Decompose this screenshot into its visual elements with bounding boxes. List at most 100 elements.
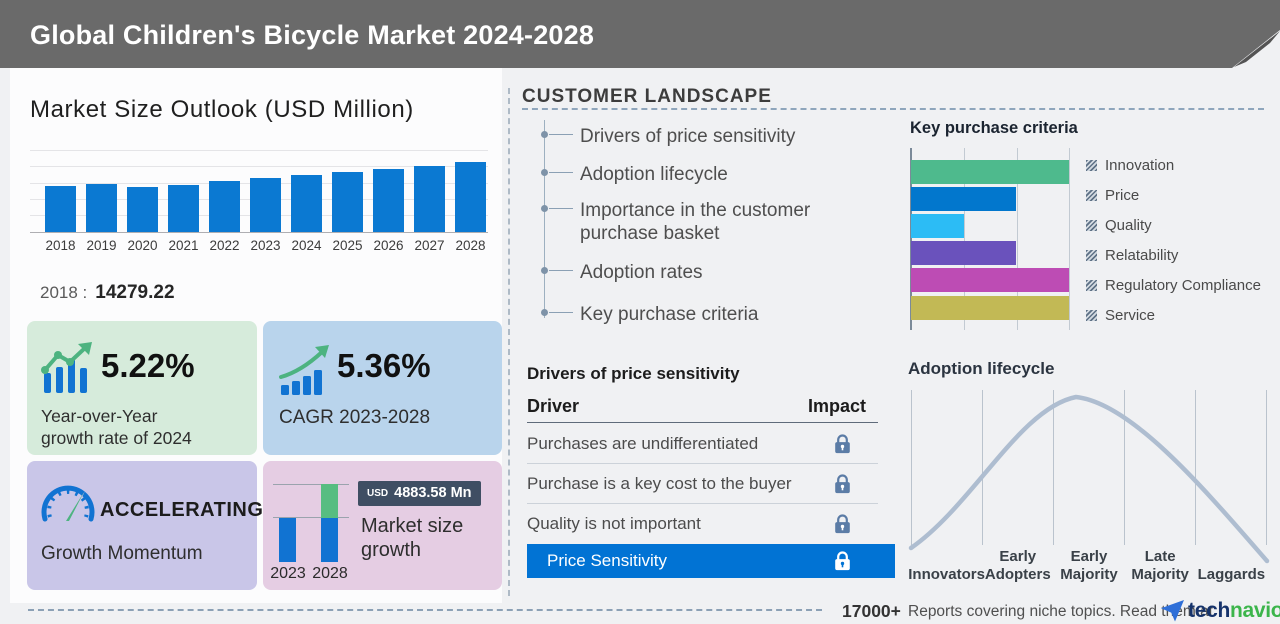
cagr-card: 5.36% CAGR 2023-2028 [263, 321, 502, 455]
market-size-bar-2018 [45, 186, 76, 232]
hatched-swatch-icon [1086, 219, 1097, 231]
hatched-swatch-icon [1086, 249, 1097, 261]
legend-label: Price [1105, 186, 1140, 204]
legend-label: Innovation [1105, 156, 1175, 174]
criteria-bar-service [911, 296, 1069, 320]
logo-text-navio: navio [1229, 599, 1280, 622]
lock-icon [835, 551, 850, 571]
technavio-arrow-icon [1161, 600, 1184, 622]
growth-momentum-card: ACCELERATING Growth Momentum [27, 461, 263, 590]
x-axis-line [30, 232, 488, 233]
bullet-dot-icon [541, 205, 548, 212]
market-size-bar-2025 [332, 172, 363, 232]
legend-label: Relatability [1105, 246, 1179, 264]
growth-arrow-chart-icon [279, 345, 329, 395]
data-point-note: 2018 : 14279.22 [40, 282, 175, 304]
year-label-2025: 2025 [332, 238, 363, 253]
landscape-item-1: Drivers of price sensitivity [522, 125, 872, 148]
market-size-growth-card: 2023 2028 USD 4883.58 Mn Market size grow… [263, 461, 502, 590]
stage-label-early-majority: Early Majority [1060, 548, 1118, 583]
report-count: 17000+ [842, 601, 901, 621]
year-label-2024: 2024 [291, 238, 322, 253]
hatched-swatch-icon [1086, 189, 1097, 201]
stage-label-late-majority: Late Majority [1131, 548, 1189, 583]
logo-text-tech: tech [1188, 599, 1230, 622]
landscape-item-label: Drivers of price sensitivity [580, 126, 796, 147]
adoption-bell-curve [908, 394, 1270, 564]
market-size-bar-2020 [127, 187, 158, 232]
yoy-label-line1: Year-over-Year [41, 406, 158, 426]
legend-item-regulatory-compliance: Regulatory Compliance [1086, 276, 1261, 294]
infographic-page: Global Children's Bicycle Market 2024-20… [0, 0, 1280, 624]
driver-table-rows: Purchases are undifferentiated Purchase i… [527, 424, 878, 543]
yoy-growth-value: 5.22% [101, 347, 195, 384]
year-label-2021: 2021 [168, 238, 199, 253]
year-label-2018: 2018 [45, 238, 76, 253]
lock-icon [835, 473, 850, 493]
market-size-bar-2028 [455, 162, 486, 232]
technavio-logo[interactable]: tech navio [1161, 598, 1280, 624]
driver-row-1: Purchases are undifferentiated [527, 424, 878, 464]
driver-label: Purchase is a key cost to the buyer [527, 473, 792, 493]
bullet-dot-icon [541, 131, 548, 138]
criteria-bar-price [911, 187, 1016, 211]
gridline [30, 150, 488, 151]
speedometer-icon [41, 485, 95, 522]
criteria-bar-relatability [911, 241, 1016, 265]
year-label-2023: 2023 [250, 238, 281, 253]
momentum-status: ACCELERATING [100, 499, 264, 521]
bullet-dot-icon [541, 309, 548, 316]
hatched-swatch-icon [1086, 309, 1097, 321]
momentum-label: Growth Momentum [41, 543, 203, 564]
cagr-label: CAGR 2023-2028 [279, 407, 431, 428]
growth-label-line1: Market size [361, 515, 464, 537]
year-axis-labels: 2018 2019 2020 2021 2022 2023 2024 2025 2026 2027… [30, 238, 488, 256]
growth-value-badge: USD 4883.58 Mn [358, 481, 481, 506]
landscape-item-3: Importance in the customer purchase bask… [522, 199, 872, 245]
adoption-lifecycle-title: Adoption lifecycle [908, 359, 1055, 378]
landscape-item-5: Key purchase criteria [522, 303, 872, 326]
market-size-bar-2027 [414, 166, 445, 232]
footer: 17000+ Reports covering niche topics. Re… [0, 598, 1280, 624]
landscape-item-label: Adoption rates [580, 262, 703, 283]
market-outlook-panel: Market Size Outlook (USD Million) 2018 20… [10, 68, 502, 603]
year-label-2020: 2020 [127, 238, 158, 253]
legend-label: Regulatory Compliance [1105, 276, 1261, 294]
yoy-growth-label: Year-over-Year growth rate of 2024 [41, 405, 192, 449]
growth-bar-2028-increment [321, 484, 338, 518]
hatched-swatch-icon [1086, 159, 1097, 171]
market-size-bar-2022 [209, 181, 240, 232]
badge-currency: USD [367, 488, 389, 499]
year-label-2028: 2028 [455, 238, 486, 253]
price-sensitivity-label: Price Sensitivity [547, 551, 667, 570]
section-divider [508, 88, 510, 596]
legend-label: Service [1105, 306, 1156, 324]
header-banner: Global Children's Bicycle Market 2024-20… [0, 0, 1280, 68]
stage-label-early-adopters: Early Adopters [984, 548, 1051, 583]
impact-column-header: Impact [807, 396, 866, 416]
key-purchase-criteria-title: Key purchase criteria [910, 119, 1078, 137]
legend-item-service: Service [1086, 306, 1156, 324]
gridline [1069, 148, 1070, 330]
market-size-bar-2021 [168, 185, 199, 232]
year-label-2027: 2027 [414, 238, 445, 253]
customer-landscape-list: Drivers of price sensitivity Adoption lif… [522, 118, 872, 333]
growth-year-end: 2028 [312, 565, 348, 582]
driver-row-3: Quality is not important [527, 504, 878, 543]
price-sensitivity-highlight-row: Price Sensitivity [527, 544, 895, 578]
note-year-label: 2018 : [40, 283, 88, 302]
year-label-2019: 2019 [86, 238, 117, 253]
landscape-item-label: Adoption lifecycle [580, 164, 728, 185]
growth-label-line2: growth [361, 539, 422, 561]
yoy-growth-card: 5.22% Year-over-Year growth rate of 2024 [27, 321, 257, 455]
page-curl-icon [1232, 30, 1280, 68]
landscape-item-label: Key purchase criteria [580, 304, 759, 325]
legend-item-relatability: Relatability [1086, 246, 1179, 264]
customer-landscape-underline [522, 108, 1264, 110]
driver-column-header: Driver [527, 396, 580, 416]
adoption-stage-labels: Innovators Early Adopters Early Majority La… [908, 546, 1267, 584]
bullet-dot-icon [541, 169, 548, 176]
criteria-bar-quality [911, 214, 964, 238]
landscape-item-label: Importance in the customer purchase bask… [580, 200, 811, 244]
market-size-bar-2024 [291, 175, 322, 232]
